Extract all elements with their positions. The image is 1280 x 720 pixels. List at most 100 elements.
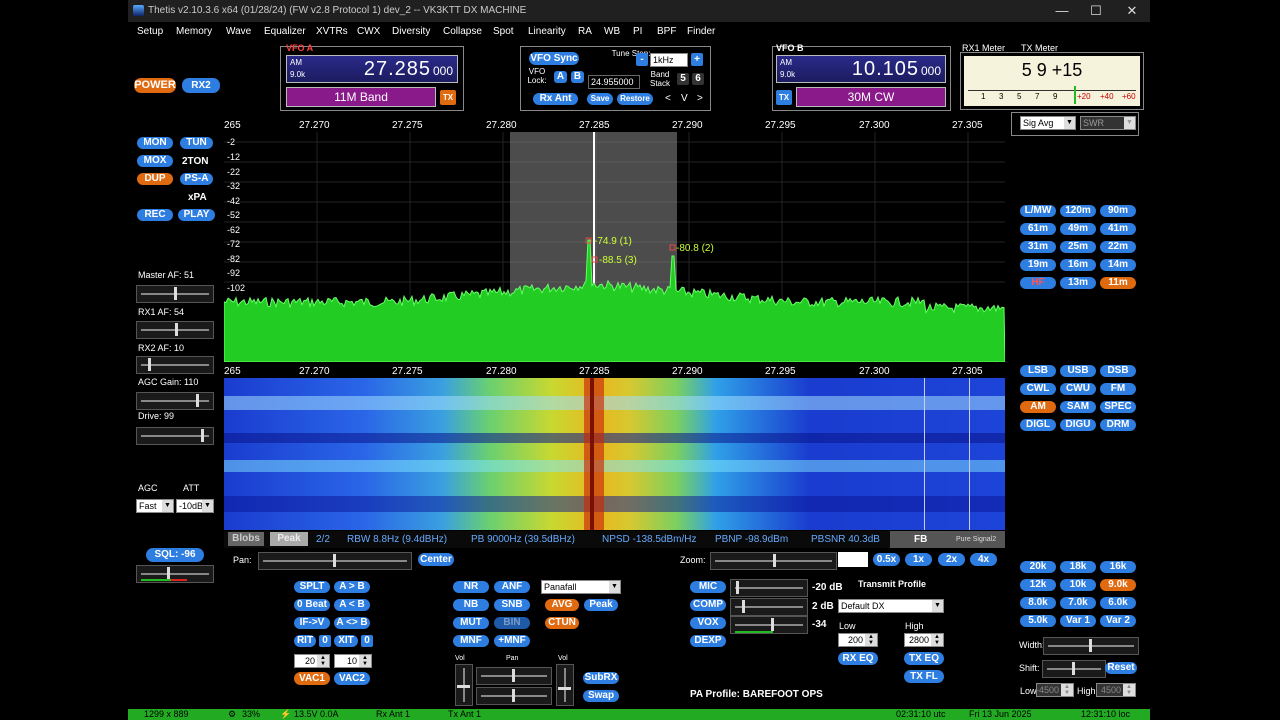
- close-icon[interactable]: ✕: [1122, 3, 1142, 19]
- mode-digu[interactable]: DIGU: [1060, 419, 1096, 431]
- restore-button[interactable]: Restore: [617, 93, 653, 105]
- rx-ant-button[interactable]: Rx Ant: [533, 93, 578, 105]
- power-button[interactable]: POWER: [134, 78, 176, 93]
- master-af-slider[interactable]: [136, 285, 214, 303]
- tx-fl-button[interactable]: TX FL: [904, 670, 944, 683]
- display-mode-select[interactable]: Panafall ▼: [541, 580, 621, 594]
- nav-next-button[interactable]: >: [697, 93, 703, 104]
- menu-linearity[interactable]: Linearity: [528, 26, 566, 37]
- pan-slider[interactable]: [258, 552, 412, 570]
- vfo-b-frequency[interactable]: AM 9.0k 10.105 000: [776, 55, 946, 83]
- filter-10k[interactable]: 10k: [1060, 579, 1096, 591]
- peak-button[interactable]: Peak: [584, 599, 618, 611]
- vac1-button[interactable]: VAC1: [294, 672, 330, 685]
- tune-step-plus[interactable]: +: [691, 53, 703, 66]
- mode-cwu[interactable]: CWU: [1060, 383, 1096, 395]
- swap-button[interactable]: Swap: [583, 690, 619, 702]
- rx1-af-slider[interactable]: [136, 321, 214, 339]
- lock-frequency[interactable]: 24.955000: [588, 75, 640, 89]
- band-61m[interactable]: 61m: [1020, 223, 1056, 235]
- vox-button[interactable]: VOX: [690, 617, 726, 629]
- xpa-button[interactable]: xPA: [188, 192, 207, 203]
- filter-var1[interactable]: Var 1: [1060, 615, 1096, 627]
- band-31m[interactable]: 31m: [1020, 241, 1056, 253]
- band-14m[interactable]: 14m: [1100, 259, 1136, 271]
- comp-slider[interactable]: [730, 598, 808, 616]
- peak-info-button[interactable]: Peak: [270, 532, 308, 546]
- xit-value[interactable]: 0: [361, 635, 373, 647]
- mnf-button[interactable]: MNF: [453, 635, 489, 647]
- band-25m[interactable]: 25m: [1060, 241, 1096, 253]
- snb-button[interactable]: SNB: [494, 599, 530, 611]
- nr-button[interactable]: NR: [453, 581, 489, 593]
- dexp-button[interactable]: DEXP: [690, 635, 726, 647]
- sql-slider[interactable]: [136, 565, 214, 583]
- anf-button[interactable]: ANF: [494, 581, 530, 593]
- panadapter[interactable]: -74.9 (1) -88.5 (3) -80.8 (2): [224, 132, 1005, 362]
- 2ton-button[interactable]: 2TON: [182, 156, 209, 167]
- mode-usb[interactable]: USB: [1060, 365, 1096, 377]
- filter-8k[interactable]: 8.0k: [1020, 597, 1056, 609]
- vox-slider[interactable]: [730, 616, 808, 634]
- play-button[interactable]: PLAY: [178, 209, 215, 221]
- zoom-2x-button[interactable]: 2x: [938, 553, 965, 566]
- maximize-icon[interactable]: ☐: [1086, 3, 1106, 19]
- att-select[interactable]: -10dB ▼: [176, 499, 214, 513]
- vfo-sync-button[interactable]: VFO Sync: [529, 52, 579, 65]
- status-tx-ant[interactable]: Tx Ant 1: [448, 709, 481, 719]
- agc-gain-slider[interactable]: [136, 392, 214, 410]
- vfo-a-tx-button[interactable]: TX: [440, 90, 456, 105]
- filter-7k[interactable]: 7.0k: [1060, 597, 1096, 609]
- menu-setup[interactable]: Setup: [137, 26, 163, 37]
- tun-button[interactable]: TUN: [180, 137, 213, 149]
- nb-button[interactable]: NB: [453, 599, 489, 611]
- drive-slider[interactable]: [136, 427, 214, 445]
- rx-eq-button[interactable]: RX EQ: [838, 652, 878, 665]
- vfo-lock-a[interactable]: A: [554, 71, 567, 83]
- fb-button[interactable]: FB: [914, 534, 927, 545]
- menu-diversity[interactable]: Diversity: [392, 26, 430, 37]
- vfo-a-frequency[interactable]: AM 9.0k 27.285 000: [286, 55, 458, 83]
- band-11m[interactable]: 11m: [1100, 277, 1136, 289]
- mode-dsb[interactable]: DSB: [1100, 365, 1136, 377]
- band-hf[interactable]: HF: [1020, 277, 1056, 289]
- vfo-a-band[interactable]: 11M Band: [286, 87, 436, 107]
- b-to-a-button[interactable]: A < B: [334, 599, 370, 611]
- mode-cwl[interactable]: CWL: [1020, 383, 1056, 395]
- mox-button[interactable]: MOX: [137, 155, 173, 167]
- plus-mnf-button[interactable]: +MNF: [494, 635, 530, 647]
- filter-low-input[interactable]: -4500 ▲ ▼: [1036, 683, 1074, 697]
- vfo-b-tx-button[interactable]: TX: [776, 90, 792, 105]
- vac2-button[interactable]: VAC2: [334, 672, 370, 685]
- menu-memory[interactable]: Memory: [176, 26, 212, 37]
- if-to-v-button[interactable]: IF->V: [294, 617, 330, 629]
- filter-var2[interactable]: Var 2: [1100, 615, 1136, 627]
- rit-step-input[interactable]: 20 ▲ ▼: [294, 654, 330, 668]
- mode-am[interactable]: AM: [1020, 401, 1056, 413]
- menu-bpf[interactable]: BPF: [657, 26, 676, 37]
- tx-meter-mode[interactable]: SWR ▼: [1080, 116, 1136, 130]
- tx-low-input[interactable]: 200 ▲ ▼: [838, 633, 878, 647]
- subrx-pan-slider-2[interactable]: [476, 687, 552, 705]
- rx2-af-slider[interactable]: [136, 356, 214, 374]
- subrx-button[interactable]: SubRX: [583, 672, 619, 684]
- band-stack-6[interactable]: 6: [692, 73, 704, 85]
- comp-button[interactable]: COMP: [690, 599, 726, 611]
- mode-drm[interactable]: DRM: [1100, 419, 1136, 431]
- band-22m[interactable]: 22m: [1100, 241, 1136, 253]
- filter-9k[interactable]: 9.0k: [1100, 579, 1136, 591]
- tx-high-input[interactable]: 2800 ▲ ▼: [904, 633, 944, 647]
- width-slider[interactable]: [1043, 637, 1139, 655]
- mon-button[interactable]: MON: [137, 137, 173, 149]
- save-button[interactable]: Save: [587, 93, 613, 105]
- filter-5k[interactable]: 5.0k: [1020, 615, 1056, 627]
- transmit-profile-select[interactable]: Default DX ▼: [838, 599, 944, 613]
- blobs-button[interactable]: Blobs: [228, 532, 264, 546]
- a-swap-b-button[interactable]: A <> B: [334, 617, 370, 629]
- menu-equalizer[interactable]: Equalizer: [264, 26, 306, 37]
- xit-step-input[interactable]: 10 ▲ ▼: [334, 654, 372, 668]
- menu-ra[interactable]: RA: [578, 26, 592, 37]
- ctun-button[interactable]: CTUN: [545, 617, 579, 629]
- filter-12k[interactable]: 12k: [1020, 579, 1056, 591]
- sql-button[interactable]: SQL: -96: [146, 548, 204, 562]
